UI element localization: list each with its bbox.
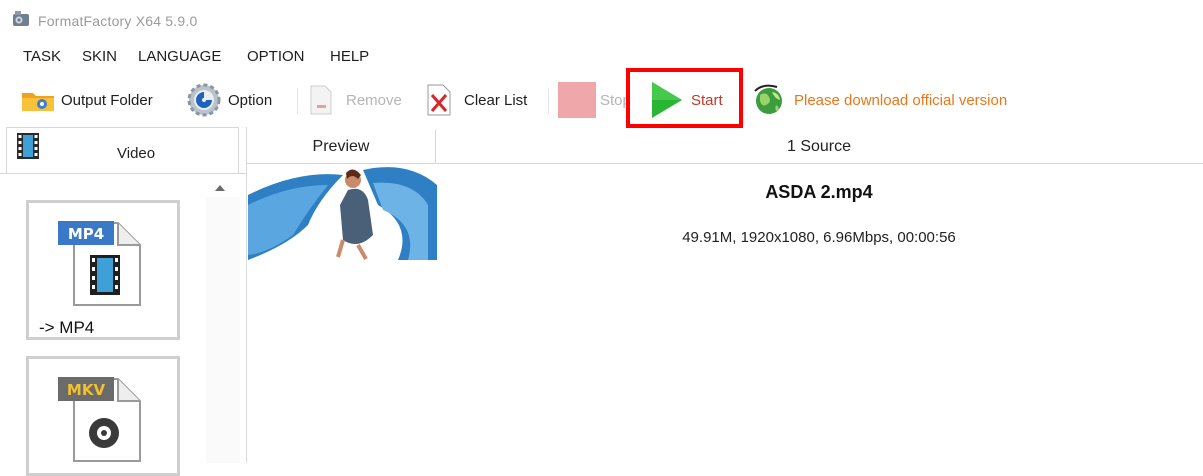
format-sidebar: Video MP4 -> MP4 MKV: [0, 127, 247, 476]
tab-video-label: Video: [117, 145, 156, 162]
toolbar-divider: [297, 88, 298, 114]
menu-skin[interactable]: SKIN: [82, 48, 117, 65]
column-header-preview-label: Preview: [312, 138, 370, 155]
remove-label: Remove: [346, 91, 402, 109]
sidebar-scrollbar[interactable]: [206, 197, 240, 463]
gear-icon: [187, 83, 221, 117]
output-folder-label: Output Folder: [61, 91, 153, 109]
mkv-file-icon: MKV: [58, 377, 141, 462]
app-icon: [13, 11, 29, 26]
format-tile-mp4[interactable]: MP4 -> MP4: [26, 200, 180, 340]
title-bar: FormatFactory X64 5.9.0: [0, 0, 1203, 40]
mp4-file-icon: MP4: [58, 221, 141, 306]
globe-icon: [754, 84, 782, 114]
divider: [0, 173, 246, 174]
scroll-up-arrow-icon[interactable]: [206, 179, 234, 197]
toolbar: Output Folder Option Remove Clear List S…: [0, 76, 1203, 124]
folder-icon: [22, 93, 54, 111]
download-notice-link[interactable]: Please download official version: [752, 76, 1007, 124]
stop-icon: [558, 82, 596, 118]
file-name: ASDA 2.mp4: [765, 182, 873, 202]
tab-video[interactable]: Video: [6, 127, 239, 174]
clear-list-button[interactable]: Clear List: [425, 76, 527, 124]
remove-button[interactable]: Remove: [308, 76, 402, 124]
option-label: Option: [228, 91, 273, 109]
output-folder-button[interactable]: Output Folder: [20, 76, 153, 124]
menu-bar: TASK SKIN LANGUAGE OPTION HELP: [0, 44, 600, 70]
film-icon: [17, 133, 39, 159]
download-notice-label: Please download official version: [794, 91, 1008, 109]
column-header-source[interactable]: 1 Source: [435, 138, 1203, 156]
file-info: 49.91M, 1920x1080, 6.96Mbps, 00:00:56: [682, 229, 956, 246]
clear-list-icon: [427, 84, 451, 116]
mp4-badge-text: MP4: [68, 225, 104, 243]
start-label: Start: [691, 91, 723, 109]
window-title: FormatFactory X64 5.9.0: [38, 13, 198, 29]
menu-task[interactable]: TASK: [23, 48, 61, 65]
column-header-preview[interactable]: Preview: [247, 130, 436, 163]
video-thumbnail: [248, 165, 437, 260]
menu-option[interactable]: OPTION: [247, 48, 305, 65]
option-button[interactable]: Option: [186, 76, 272, 124]
mkv-badge-text: MKV: [67, 381, 106, 399]
remove-file-icon: [310, 85, 332, 115]
clear-list-label: Clear List: [464, 91, 528, 109]
file-list-header: Preview 1 Source: [247, 130, 1203, 164]
start-button[interactable]: Start: [650, 76, 723, 124]
menu-help[interactable]: HELP: [330, 48, 369, 65]
toolbar-divider: [548, 88, 549, 114]
menu-language[interactable]: LANGUAGE: [138, 48, 221, 65]
stop-button[interactable]: Stop: [558, 76, 631, 124]
stop-label: Stop: [600, 91, 631, 109]
format-tile-label: -> MP4: [39, 318, 95, 337]
format-tile-mkv[interactable]: MKV: [26, 356, 180, 476]
play-icon: [652, 82, 682, 118]
file-list-row[interactable]: ASDA 2.mp4 49.91M, 1920x1080, 6.96Mbps, …: [247, 163, 1203, 261]
